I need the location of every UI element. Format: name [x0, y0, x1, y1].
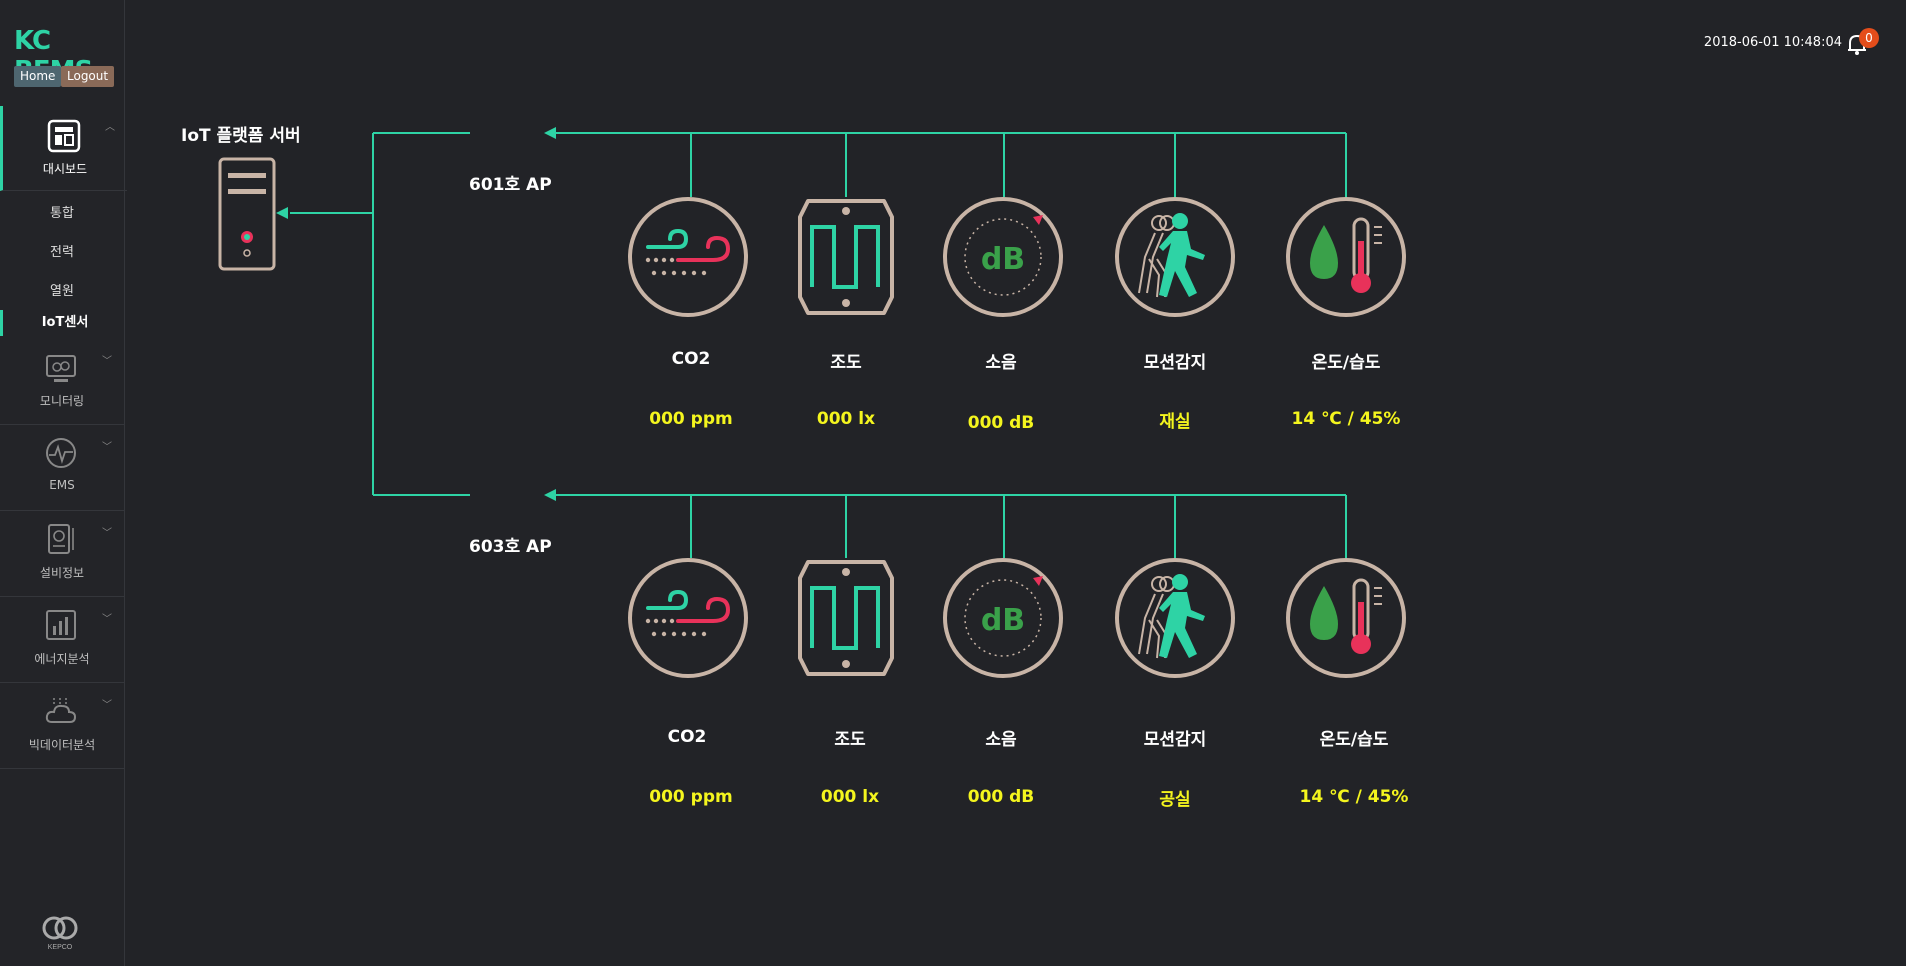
motion-walker-icon[interactable] — [1115, 558, 1235, 678]
sensor-value-motion: 재실 — [1159, 412, 1191, 432]
sensor-value-temp-humidity: 14 ℃ / 45% — [1291, 409, 1401, 429]
sensor-value-illuminance: 000 lx — [816, 409, 876, 429]
sensor-name-temp-humidity: 온도/습도 — [1311, 353, 1381, 373]
sensor-value-motion: 공실 — [1159, 790, 1191, 810]
sensor-name-noise: 소음 — [985, 730, 1017, 750]
sensor-name-motion: 모션감지 — [1143, 730, 1207, 750]
sensor-name-co2: CO2 — [667, 727, 707, 747]
sensor-name-noise: 소음 — [985, 353, 1017, 373]
iot-server-label: IoT 플랫폼 서버 — [181, 126, 301, 146]
co2-wind-icon[interactable] — [628, 558, 748, 678]
svg-text:dB: dB — [981, 242, 1025, 277]
ap-label-603: 603호 AP — [469, 537, 552, 557]
sensor-name-motion: 모션감지 — [1143, 353, 1207, 373]
co2-wind-icon[interactable] — [628, 197, 748, 317]
temp-humidity-icon[interactable] — [1286, 558, 1406, 678]
illuminance-icon[interactable] — [786, 558, 906, 678]
sensor-name-co2: CO2 — [671, 349, 711, 369]
sensor-value-noise: 000 dB — [967, 413, 1035, 433]
ap-label-601: 601호 AP — [469, 175, 552, 195]
sensor-value-illuminance: 000 lx — [820, 787, 880, 807]
sensor-name-temp-humidity: 온도/습도 — [1319, 730, 1389, 750]
sensor-value-co2: 000 ppm — [649, 409, 733, 429]
sensor-name-illuminance: 조도 — [830, 353, 862, 373]
noise-db-icon[interactable]: dB — [943, 558, 1063, 678]
temp-humidity-icon[interactable] — [1286, 197, 1406, 317]
noise-db-icon[interactable]: dB — [943, 197, 1063, 317]
sensor-value-co2: 000 ppm — [649, 787, 733, 807]
sensor-value-temp-humidity: 14 ℃ / 45% — [1299, 787, 1409, 807]
sensor-name-illuminance: 조도 — [834, 730, 866, 750]
sensor-value-noise: 000 dB — [967, 787, 1035, 807]
svg-text:dB: dB — [981, 603, 1025, 638]
illuminance-icon[interactable] — [786, 197, 906, 317]
server-icon[interactable] — [218, 157, 276, 271]
motion-walker-icon[interactable] — [1115, 197, 1235, 317]
